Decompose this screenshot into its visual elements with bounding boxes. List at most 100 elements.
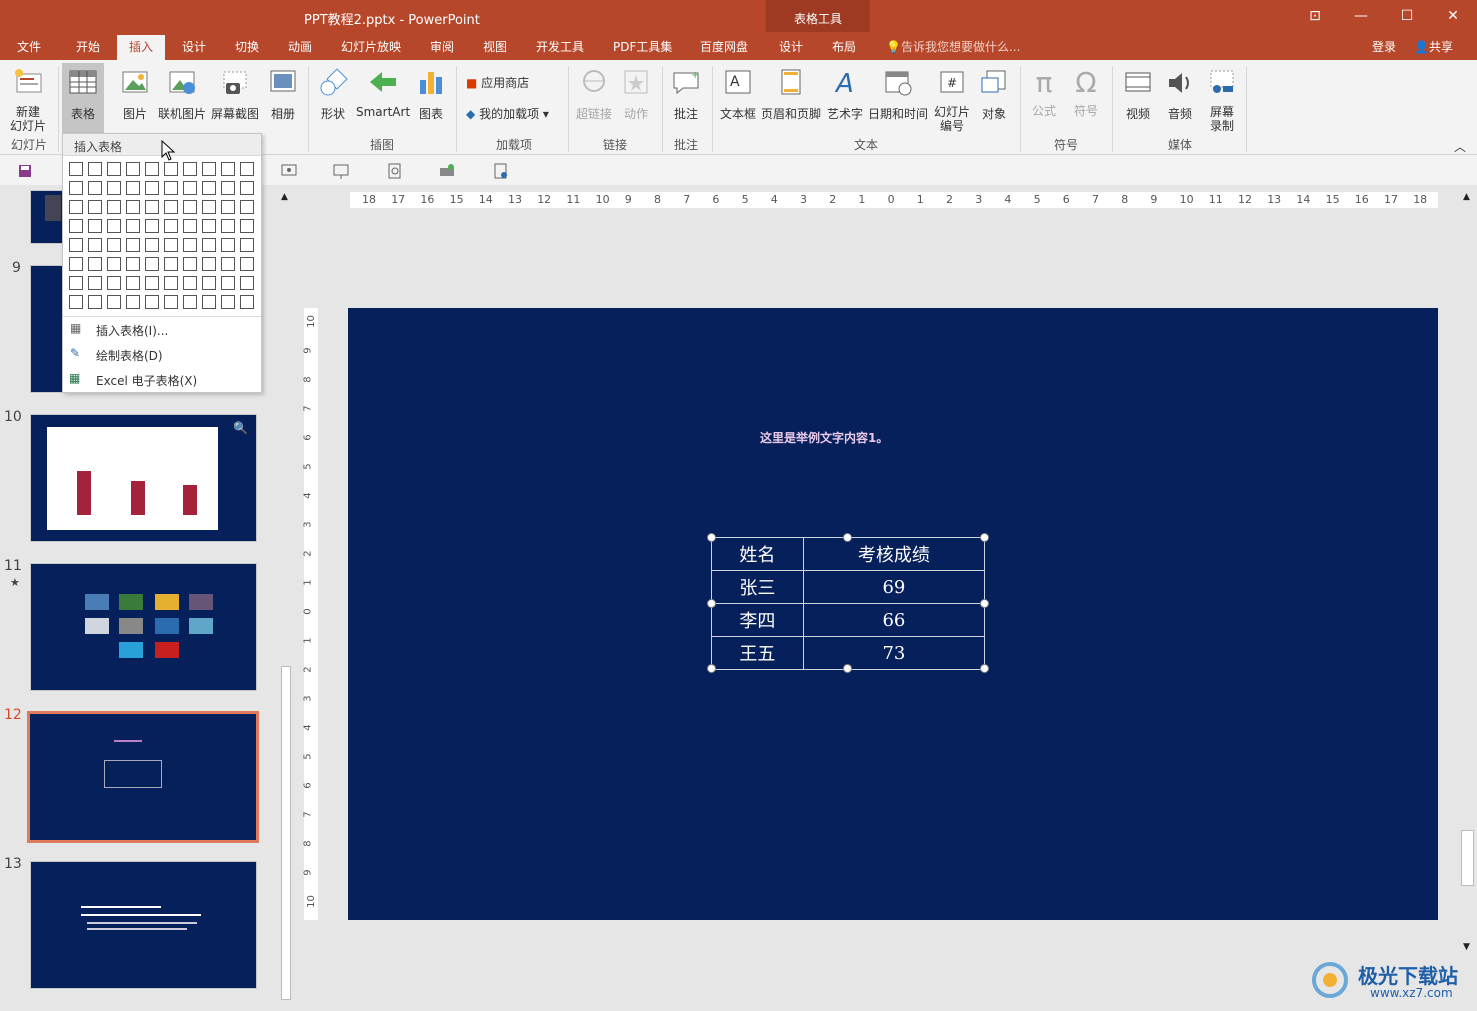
table-cell[interactable]: 73 bbox=[802, 636, 986, 670]
table-grid-cell[interactable] bbox=[88, 257, 102, 271]
table-grid-cell[interactable] bbox=[240, 238, 254, 252]
tab-table-design[interactable]: 设计 bbox=[779, 38, 803, 55]
resize-handle[interactable] bbox=[980, 664, 989, 673]
resize-handle[interactable] bbox=[843, 533, 852, 542]
tab-table-layout[interactable]: 布局 bbox=[832, 38, 856, 55]
slideshow-icon[interactable] bbox=[332, 163, 350, 179]
table-grid-cell[interactable] bbox=[145, 295, 159, 309]
table-grid-cell[interactable] bbox=[69, 276, 83, 290]
table-grid-cell[interactable] bbox=[240, 295, 254, 309]
table-grid-cell[interactable] bbox=[126, 162, 140, 176]
table-cell[interactable]: 张三 bbox=[711, 570, 804, 604]
ribbon-display-icon[interactable]: ⊡ bbox=[1292, 0, 1338, 32]
minimize-button[interactable]: — bbox=[1338, 0, 1384, 32]
object-button[interactable]: 对象 bbox=[976, 68, 1012, 122]
table-grid-cell[interactable] bbox=[69, 181, 83, 195]
tab-animations[interactable]: 动画 bbox=[288, 38, 312, 55]
table-grid-cell[interactable] bbox=[107, 257, 121, 271]
table-grid-cell[interactable] bbox=[145, 200, 159, 214]
table-cell[interactable]: 66 bbox=[802, 603, 986, 637]
table-grid-cell[interactable] bbox=[126, 276, 140, 290]
table-grid-cell[interactable] bbox=[126, 200, 140, 214]
slide-table[interactable]: 姓名 考核成绩 张三 69 李四 66 王五 73 bbox=[711, 537, 986, 670]
table-header-score[interactable]: 考核成绩 bbox=[802, 537, 986, 571]
slide-number-button[interactable]: # 幻灯片 编号 bbox=[932, 68, 972, 133]
table-grid-cell[interactable] bbox=[107, 219, 121, 233]
tab-view[interactable]: 视图 bbox=[483, 38, 507, 55]
scroll-up-icon[interactable]: ▲ bbox=[1463, 192, 1470, 202]
table-grid-cell[interactable] bbox=[183, 162, 197, 176]
table-grid-cell[interactable] bbox=[145, 181, 159, 195]
tab-developer[interactable]: 开发工具 bbox=[536, 38, 584, 55]
table-grid-cell[interactable] bbox=[183, 276, 197, 290]
table-grid-cell[interactable] bbox=[88, 238, 102, 252]
table-grid-cell[interactable] bbox=[183, 200, 197, 214]
table-grid-cell[interactable] bbox=[164, 162, 178, 176]
print-icon[interactable] bbox=[438, 163, 456, 179]
equation-button[interactable]: π 公式 bbox=[1026, 68, 1062, 119]
online-picture-button[interactable]: 联机图片 bbox=[156, 68, 208, 122]
resize-handle[interactable] bbox=[843, 664, 852, 673]
share-button[interactable]: 👤共享 bbox=[1414, 38, 1453, 55]
table-grid-cell[interactable] bbox=[221, 162, 235, 176]
table-grid-cell[interactable] bbox=[107, 200, 121, 214]
collapse-ribbon-icon[interactable]: ︿ bbox=[1454, 138, 1466, 155]
hyperlink-button[interactable]: 超链接 bbox=[574, 68, 614, 122]
table-grid-cell[interactable] bbox=[202, 219, 216, 233]
table-grid-cell[interactable] bbox=[88, 295, 102, 309]
close-button[interactable]: ✕ bbox=[1430, 0, 1476, 32]
tab-design[interactable]: 设计 bbox=[182, 38, 206, 55]
table-grid-cell[interactable] bbox=[202, 181, 216, 195]
table-grid-cell[interactable] bbox=[145, 162, 159, 176]
table-grid-cell[interactable] bbox=[183, 238, 197, 252]
screen-recording-button[interactable]: 屏幕 录制 bbox=[1204, 68, 1240, 133]
presenter-icon[interactable] bbox=[280, 163, 298, 179]
slide-thumbnail-13[interactable] bbox=[30, 861, 257, 989]
table-grid-cell[interactable] bbox=[145, 219, 159, 233]
resize-handle[interactable] bbox=[707, 664, 716, 673]
my-addins-button[interactable]: ◆ 我的加载项 ▾ bbox=[466, 105, 549, 122]
table-grid-cell[interactable] bbox=[126, 257, 140, 271]
table-grid-cell[interactable] bbox=[240, 162, 254, 176]
table-grid-cell[interactable] bbox=[126, 219, 140, 233]
textbox-button[interactable]: A 文本框 bbox=[718, 68, 758, 122]
tell-me-box[interactable]: 💡告诉我您想要做什么... bbox=[886, 38, 1020, 55]
table-grid-cell[interactable] bbox=[164, 257, 178, 271]
table-button[interactable]: 表格 bbox=[62, 63, 104, 135]
table-grid-cell[interactable] bbox=[202, 238, 216, 252]
wordart-button[interactable]: A 艺术字 bbox=[824, 68, 866, 122]
slide-thumbnail-11[interactable] bbox=[30, 563, 257, 691]
audio-button[interactable]: 音频 bbox=[1162, 68, 1198, 122]
table-cell[interactable]: 李四 bbox=[711, 603, 804, 637]
slide-thumbnail-12-active[interactable] bbox=[27, 711, 259, 843]
table-grid-cell[interactable] bbox=[88, 219, 102, 233]
table-grid-cell[interactable] bbox=[88, 200, 102, 214]
resize-handle[interactable] bbox=[980, 533, 989, 542]
table-grid-cell[interactable] bbox=[183, 181, 197, 195]
scroll-down-icon[interactable]: ▼ bbox=[1463, 942, 1470, 952]
tab-transitions[interactable]: 切换 bbox=[235, 38, 259, 55]
tab-slideshow[interactable]: 幻灯片放映 bbox=[341, 38, 401, 55]
table-grid-cell[interactable] bbox=[202, 295, 216, 309]
table-grid-cell[interactable] bbox=[164, 238, 178, 252]
document-icon[interactable] bbox=[492, 163, 510, 179]
table-grid-cell[interactable] bbox=[145, 238, 159, 252]
table-grid-cell[interactable] bbox=[221, 181, 235, 195]
tab-file[interactable]: 文件 bbox=[17, 38, 41, 55]
tab-baidu[interactable]: 百度网盘 bbox=[700, 38, 748, 55]
scroll-thumb[interactable] bbox=[1461, 830, 1474, 886]
table-grid-cell[interactable] bbox=[107, 238, 121, 252]
shapes-button[interactable]: 形状 bbox=[314, 68, 352, 122]
table-grid-cell[interactable] bbox=[88, 181, 102, 195]
table-grid-cell[interactable] bbox=[69, 257, 83, 271]
table-cell[interactable]: 王五 bbox=[711, 636, 804, 670]
table-grid-cell[interactable] bbox=[240, 200, 254, 214]
table-grid-cell[interactable] bbox=[69, 295, 83, 309]
table-grid-cell[interactable] bbox=[202, 200, 216, 214]
table-grid-cell[interactable] bbox=[240, 181, 254, 195]
resize-handle[interactable] bbox=[707, 599, 716, 608]
picture-button[interactable]: 图片 bbox=[117, 68, 153, 122]
video-button[interactable]: 视频 bbox=[1120, 68, 1156, 122]
table-grid-cell[interactable] bbox=[221, 238, 235, 252]
tab-home[interactable]: 开始 bbox=[76, 38, 100, 55]
